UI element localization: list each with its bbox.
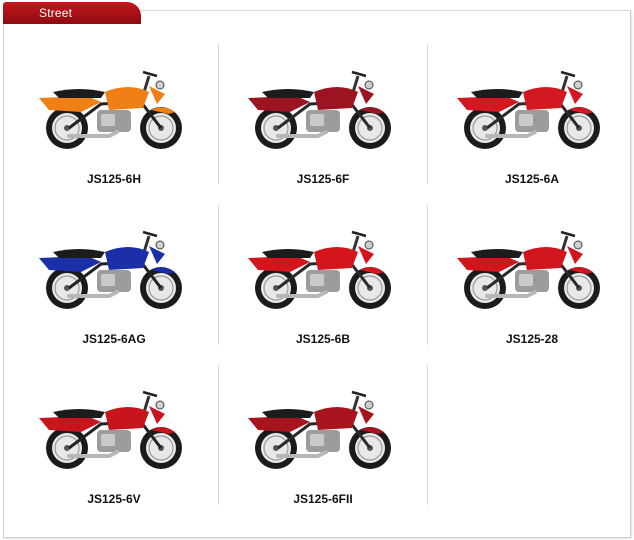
- motorcycle-image[interactable]: [427, 212, 634, 322]
- category-tab-label: Street: [39, 6, 73, 20]
- rear-wheel: [464, 107, 506, 149]
- body-panels: [39, 406, 175, 434]
- model-name[interactable]: JS125-6AG: [9, 332, 219, 346]
- seat: [53, 89, 105, 98]
- seat: [262, 409, 314, 418]
- rear-wheel: [255, 427, 297, 469]
- body-panels: [248, 246, 384, 274]
- body-panels: [39, 246, 175, 274]
- body-panels: [248, 406, 384, 434]
- motorcycle-image[interactable]: [9, 372, 219, 482]
- model-name[interactable]: JS125-6FII: [218, 492, 428, 506]
- product-card[interactable]: JS125-6A: [427, 52, 634, 212]
- body-panels: [457, 86, 593, 114]
- model-name[interactable]: JS125-6V: [9, 492, 219, 506]
- category-tab-street[interactable]: Street: [3, 2, 141, 24]
- seat: [262, 249, 314, 258]
- product-card[interactable]: JS125-28: [427, 212, 634, 372]
- rear-wheel: [46, 107, 88, 149]
- body-panels: [39, 86, 175, 114]
- rear-wheel: [464, 267, 506, 309]
- product-card[interactable]: JS125-6V: [9, 372, 219, 532]
- model-name[interactable]: JS125-6B: [218, 332, 428, 346]
- seat: [53, 249, 105, 258]
- model-name[interactable]: JS125-6H: [9, 172, 219, 186]
- seat: [53, 409, 105, 418]
- model-name[interactable]: JS125-6A: [427, 172, 634, 186]
- seat: [471, 249, 523, 258]
- product-card[interactable]: JS125-6B: [218, 212, 428, 372]
- seat: [471, 89, 523, 98]
- rear-wheel: [255, 107, 297, 149]
- motorcycle-image[interactable]: [9, 52, 219, 162]
- product-card[interactable]: JS125-6FII: [218, 372, 428, 532]
- body-panels: [457, 246, 593, 274]
- motorcycle-image[interactable]: [427, 52, 634, 162]
- motorcycle-image[interactable]: [218, 52, 428, 162]
- motorcycle-image[interactable]: [9, 212, 219, 322]
- rear-wheel: [255, 267, 297, 309]
- motorcycle-image[interactable]: [218, 372, 428, 482]
- seat: [262, 89, 314, 98]
- rear-wheel: [46, 267, 88, 309]
- motorcycle-image[interactable]: [218, 212, 428, 322]
- rear-wheel: [46, 427, 88, 469]
- model-name[interactable]: JS125-28: [427, 332, 634, 346]
- body-panels: [248, 86, 384, 114]
- product-card[interactable]: JS125-6F: [218, 52, 428, 212]
- product-card[interactable]: JS125-6AG: [9, 212, 219, 372]
- model-name[interactable]: JS125-6F: [218, 172, 428, 186]
- product-card[interactable]: JS125-6H: [9, 52, 219, 212]
